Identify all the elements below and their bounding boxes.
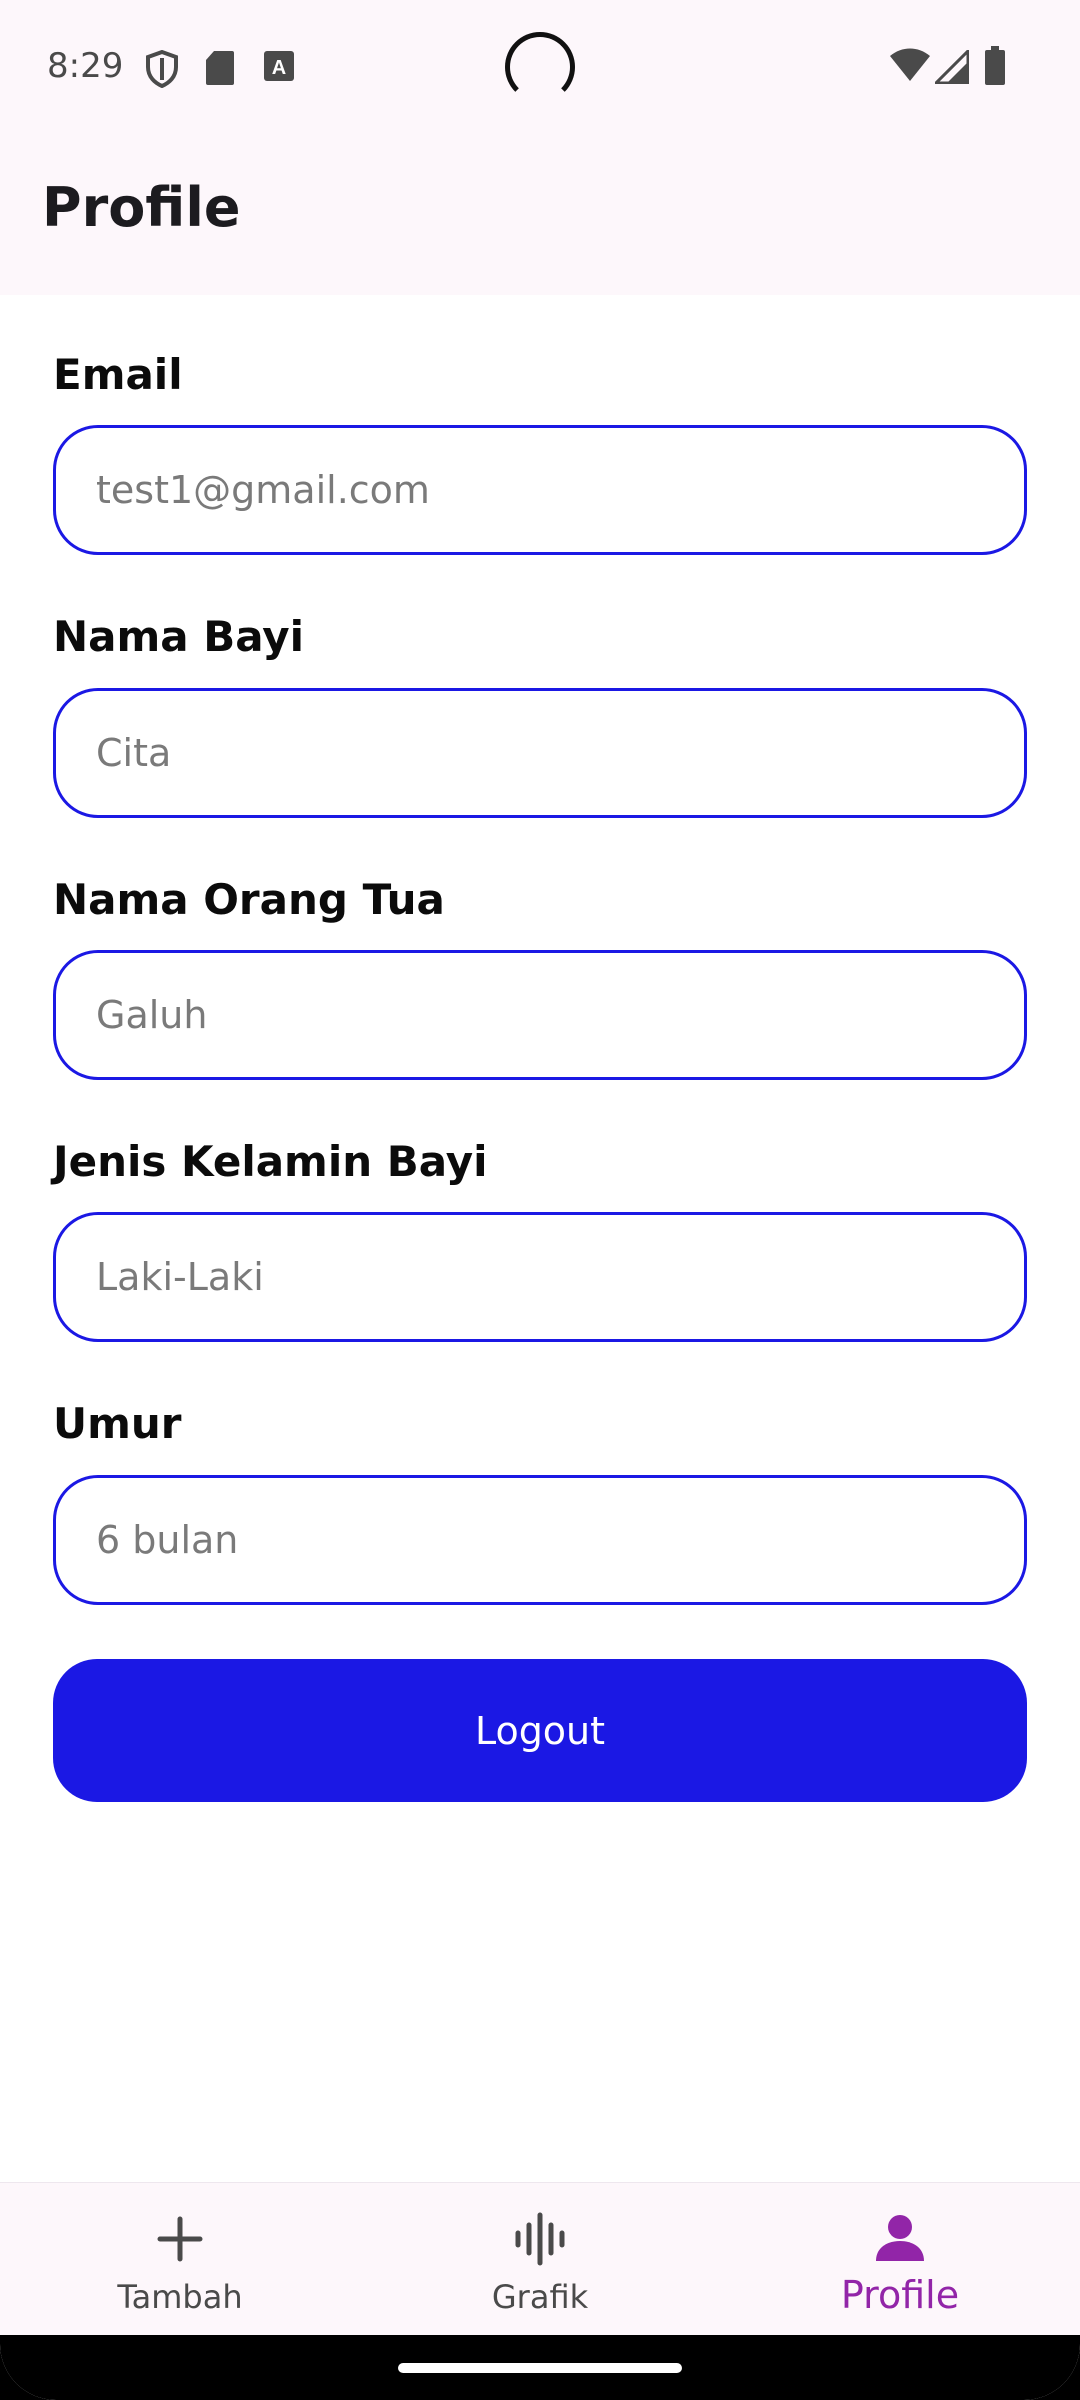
- screen: 8:29 A Profile Email Nama Ba: [0, 0, 1080, 2400]
- parent-name-field[interactable]: [53, 950, 1027, 1080]
- email-field[interactable]: [53, 425, 1027, 555]
- nav-label-grafik: Grafik: [491, 2278, 589, 2316]
- nav-item-grafik[interactable]: Grafik: [360, 2183, 720, 2336]
- shield-icon: [146, 50, 178, 88]
- battery-icon: [985, 46, 1005, 85]
- page-title: Profile: [42, 176, 241, 239]
- nav-item-tambah[interactable]: Tambah: [0, 2183, 360, 2336]
- bottom-nav: Tambah Grafik Profile: [0, 2182, 1080, 2335]
- camera-cutout: [505, 32, 575, 102]
- logout-button[interactable]: Logout: [53, 1659, 1027, 1802]
- sd-card-icon: [206, 51, 234, 85]
- status-time: 8:29: [47, 46, 124, 86]
- signal-icon: [935, 50, 969, 84]
- app-bar: Profile: [0, 140, 1080, 295]
- svg-text:A: A: [272, 57, 286, 79]
- baby-gender-label: Jenis Kelamin Bayi: [53, 1137, 488, 1186]
- waveform-icon: [515, 2212, 565, 2266]
- baby-name-label: Nama Bayi: [53, 612, 305, 661]
- age-label: Umur: [53, 1399, 182, 1448]
- home-indicator[interactable]: [398, 2363, 682, 2373]
- baby-name-field[interactable]: [53, 688, 1027, 818]
- nav-label-profile: Profile: [840, 2273, 960, 2317]
- wifi-icon: [890, 48, 930, 81]
- nav-item-profile[interactable]: Profile: [720, 2183, 1080, 2336]
- nav-label-tambah: Tambah: [117, 2278, 243, 2316]
- age-field[interactable]: [53, 1475, 1027, 1605]
- baby-gender-field[interactable]: [53, 1212, 1027, 1342]
- gesture-bar: [0, 2335, 1080, 2400]
- parent-name-label: Nama Orang Tua: [53, 875, 445, 924]
- status-bar: 8:29 A: [0, 0, 1080, 140]
- plus-icon: [157, 2216, 203, 2262]
- keyboard-a-icon: A: [264, 51, 294, 81]
- email-label: Email: [53, 350, 183, 399]
- person-icon: [876, 2215, 924, 2261]
